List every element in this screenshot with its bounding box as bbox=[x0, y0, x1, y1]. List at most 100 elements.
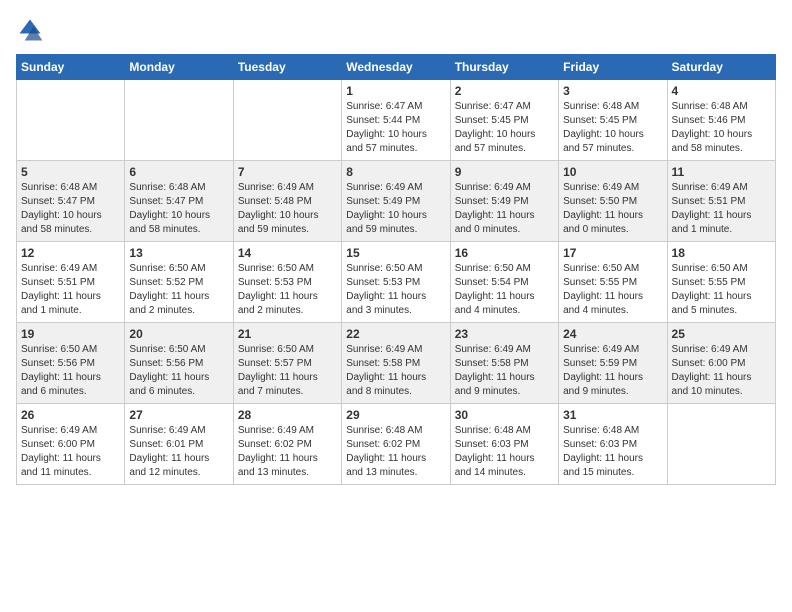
day-info: Sunrise: 6:49 AM Sunset: 5:50 PM Dayligh… bbox=[563, 181, 662, 237]
day-number: 27 bbox=[129, 408, 228, 422]
weekday-header-friday: Friday bbox=[559, 55, 667, 80]
day-info: Sunrise: 6:49 AM Sunset: 5:58 PM Dayligh… bbox=[455, 343, 554, 399]
day-number: 19 bbox=[21, 327, 120, 341]
day-number: 15 bbox=[346, 246, 445, 260]
day-info: Sunrise: 6:50 AM Sunset: 5:55 PM Dayligh… bbox=[563, 262, 662, 318]
day-info: Sunrise: 6:50 AM Sunset: 5:53 PM Dayligh… bbox=[238, 262, 337, 318]
logo bbox=[16, 16, 48, 44]
calendar-cell bbox=[233, 80, 341, 161]
day-info: Sunrise: 6:49 AM Sunset: 5:49 PM Dayligh… bbox=[346, 181, 445, 237]
calendar-cell: 31 Sunrise: 6:48 AM Sunset: 6:03 PM Dayli… bbox=[559, 404, 667, 485]
day-number: 20 bbox=[129, 327, 228, 341]
calendar-cell: 2 Sunrise: 6:47 AM Sunset: 5:45 PM Daylig… bbox=[450, 80, 558, 161]
day-info: Sunrise: 6:48 AM Sunset: 6:02 PM Dayligh… bbox=[346, 424, 445, 480]
weekday-header-sunday: Sunday bbox=[17, 55, 125, 80]
calendar-cell: 10Sunrise: 6:49 AM Sunset: 5:50 PM Dayli… bbox=[559, 161, 667, 242]
day-number: 16 bbox=[455, 246, 554, 260]
day-number: 6 bbox=[129, 165, 228, 179]
weekday-header-wednesday: Wednesday bbox=[342, 55, 450, 80]
calendar-cell: 4 Sunrise: 6:48 AM Sunset: 5:46 PM Daylig… bbox=[667, 80, 775, 161]
day-info: Sunrise: 6:49 AM Sunset: 5:51 PM Dayligh… bbox=[672, 181, 771, 237]
day-info: Sunrise: 6:47 AM Sunset: 5:45 PM Dayligh… bbox=[455, 100, 554, 156]
weekday-header-saturday: Saturday bbox=[667, 55, 775, 80]
weekday-header-row: SundayMondayTuesdayWednesdayThursdayFrid… bbox=[17, 55, 776, 80]
weekday-header-thursday: Thursday bbox=[450, 55, 558, 80]
calendar-cell: 21Sunrise: 6:50 AM Sunset: 5:57 PM Dayli… bbox=[233, 323, 341, 404]
calendar-cell: 7Sunrise: 6:49 AM Sunset: 5:48 PM Daylig… bbox=[233, 161, 341, 242]
calendar-cell: 18Sunrise: 6:50 AM Sunset: 5:55 PM Dayli… bbox=[667, 242, 775, 323]
calendar-cell: 1 Sunrise: 6:47 AM Sunset: 5:44 PM Daylig… bbox=[342, 80, 450, 161]
calendar-cell: 27 Sunrise: 6:49 AM Sunset: 6:01 PM Dayli… bbox=[125, 404, 233, 485]
week-row-3: 12Sunrise: 6:49 AM Sunset: 5:51 PM Dayli… bbox=[17, 242, 776, 323]
weekday-header-tuesday: Tuesday bbox=[233, 55, 341, 80]
calendar-cell: 12Sunrise: 6:49 AM Sunset: 5:51 PM Dayli… bbox=[17, 242, 125, 323]
day-info: Sunrise: 6:49 AM Sunset: 5:48 PM Dayligh… bbox=[238, 181, 337, 237]
day-info: Sunrise: 6:48 AM Sunset: 5:45 PM Dayligh… bbox=[563, 100, 662, 156]
week-row-4: 19 Sunrise: 6:50 AM Sunset: 5:56 PM Dayli… bbox=[17, 323, 776, 404]
day-number: 3 bbox=[563, 84, 662, 98]
day-info: Sunrise: 6:50 AM Sunset: 5:53 PM Dayligh… bbox=[346, 262, 445, 318]
day-number: 8 bbox=[346, 165, 445, 179]
calendar-cell: 30 Sunrise: 6:48 AM Sunset: 6:03 PM Dayli… bbox=[450, 404, 558, 485]
calendar-cell: 25Sunrise: 6:49 AM Sunset: 6:00 PM Dayli… bbox=[667, 323, 775, 404]
week-row-5: 26Sunrise: 6:49 AM Sunset: 6:00 PM Dayli… bbox=[17, 404, 776, 485]
logo-icon bbox=[16, 16, 44, 44]
calendar-cell: 14 Sunrise: 6:50 AM Sunset: 5:53 PM Dayli… bbox=[233, 242, 341, 323]
calendar-cell: 17 Sunrise: 6:50 AM Sunset: 5:55 PM Dayli… bbox=[559, 242, 667, 323]
day-number: 28 bbox=[238, 408, 337, 422]
day-number: 21 bbox=[238, 327, 337, 341]
day-info: Sunrise: 6:50 AM Sunset: 5:52 PM Dayligh… bbox=[129, 262, 228, 318]
calendar-cell: 28 Sunrise: 6:49 AM Sunset: 6:02 PM Dayli… bbox=[233, 404, 341, 485]
calendar-cell: 19 Sunrise: 6:50 AM Sunset: 5:56 PM Dayli… bbox=[17, 323, 125, 404]
day-number: 13 bbox=[129, 246, 228, 260]
calendar-cell bbox=[125, 80, 233, 161]
header bbox=[16, 16, 776, 44]
day-number: 14 bbox=[238, 246, 337, 260]
week-row-2: 5 Sunrise: 6:48 AM Sunset: 5:47 PM Daylig… bbox=[17, 161, 776, 242]
day-number: 24 bbox=[563, 327, 662, 341]
day-number: 12 bbox=[21, 246, 120, 260]
calendar-cell: 5 Sunrise: 6:48 AM Sunset: 5:47 PM Daylig… bbox=[17, 161, 125, 242]
calendar-cell: 15 Sunrise: 6:50 AM Sunset: 5:53 PM Dayli… bbox=[342, 242, 450, 323]
day-number: 26 bbox=[21, 408, 120, 422]
day-number: 31 bbox=[563, 408, 662, 422]
calendar-cell: 26Sunrise: 6:49 AM Sunset: 6:00 PM Dayli… bbox=[17, 404, 125, 485]
calendar: SundayMondayTuesdayWednesdayThursdayFrid… bbox=[16, 54, 776, 485]
day-info: Sunrise: 6:49 AM Sunset: 5:58 PM Dayligh… bbox=[346, 343, 445, 399]
day-number: 4 bbox=[672, 84, 771, 98]
calendar-cell: 20 Sunrise: 6:50 AM Sunset: 5:56 PM Dayli… bbox=[125, 323, 233, 404]
calendar-cell: 22 Sunrise: 6:49 AM Sunset: 5:58 PM Dayli… bbox=[342, 323, 450, 404]
calendar-cell: 29Sunrise: 6:48 AM Sunset: 6:02 PM Dayli… bbox=[342, 404, 450, 485]
day-info: Sunrise: 6:48 AM Sunset: 5:47 PM Dayligh… bbox=[21, 181, 120, 237]
calendar-cell: 8 Sunrise: 6:49 AM Sunset: 5:49 PM Daylig… bbox=[342, 161, 450, 242]
day-info: Sunrise: 6:50 AM Sunset: 5:56 PM Dayligh… bbox=[129, 343, 228, 399]
calendar-cell: 24Sunrise: 6:49 AM Sunset: 5:59 PM Dayli… bbox=[559, 323, 667, 404]
calendar-header: SundayMondayTuesdayWednesdayThursdayFrid… bbox=[17, 55, 776, 80]
day-number: 5 bbox=[21, 165, 120, 179]
day-info: Sunrise: 6:48 AM Sunset: 6:03 PM Dayligh… bbox=[563, 424, 662, 480]
week-row-1: 1 Sunrise: 6:47 AM Sunset: 5:44 PM Daylig… bbox=[17, 80, 776, 161]
day-info: Sunrise: 6:50 AM Sunset: 5:54 PM Dayligh… bbox=[455, 262, 554, 318]
day-info: Sunrise: 6:48 AM Sunset: 6:03 PM Dayligh… bbox=[455, 424, 554, 480]
calendar-cell: 23 Sunrise: 6:49 AM Sunset: 5:58 PM Dayli… bbox=[450, 323, 558, 404]
day-info: Sunrise: 6:47 AM Sunset: 5:44 PM Dayligh… bbox=[346, 100, 445, 156]
day-info: Sunrise: 6:50 AM Sunset: 5:56 PM Dayligh… bbox=[21, 343, 120, 399]
day-info: Sunrise: 6:49 AM Sunset: 5:49 PM Dayligh… bbox=[455, 181, 554, 237]
day-number: 25 bbox=[672, 327, 771, 341]
day-info: Sunrise: 6:49 AM Sunset: 6:02 PM Dayligh… bbox=[238, 424, 337, 480]
calendar-cell: 3 Sunrise: 6:48 AM Sunset: 5:45 PM Daylig… bbox=[559, 80, 667, 161]
weekday-header-monday: Monday bbox=[125, 55, 233, 80]
day-info: Sunrise: 6:48 AM Sunset: 5:47 PM Dayligh… bbox=[129, 181, 228, 237]
day-info: Sunrise: 6:49 AM Sunset: 6:01 PM Dayligh… bbox=[129, 424, 228, 480]
day-info: Sunrise: 6:48 AM Sunset: 5:46 PM Dayligh… bbox=[672, 100, 771, 156]
day-number: 2 bbox=[455, 84, 554, 98]
calendar-cell: 11 Sunrise: 6:49 AM Sunset: 5:51 PM Dayli… bbox=[667, 161, 775, 242]
day-number: 17 bbox=[563, 246, 662, 260]
calendar-cell bbox=[667, 404, 775, 485]
day-number: 23 bbox=[455, 327, 554, 341]
day-number: 22 bbox=[346, 327, 445, 341]
day-number: 11 bbox=[672, 165, 771, 179]
calendar-cell: 6 Sunrise: 6:48 AM Sunset: 5:47 PM Daylig… bbox=[125, 161, 233, 242]
day-number: 1 bbox=[346, 84, 445, 98]
day-number: 30 bbox=[455, 408, 554, 422]
